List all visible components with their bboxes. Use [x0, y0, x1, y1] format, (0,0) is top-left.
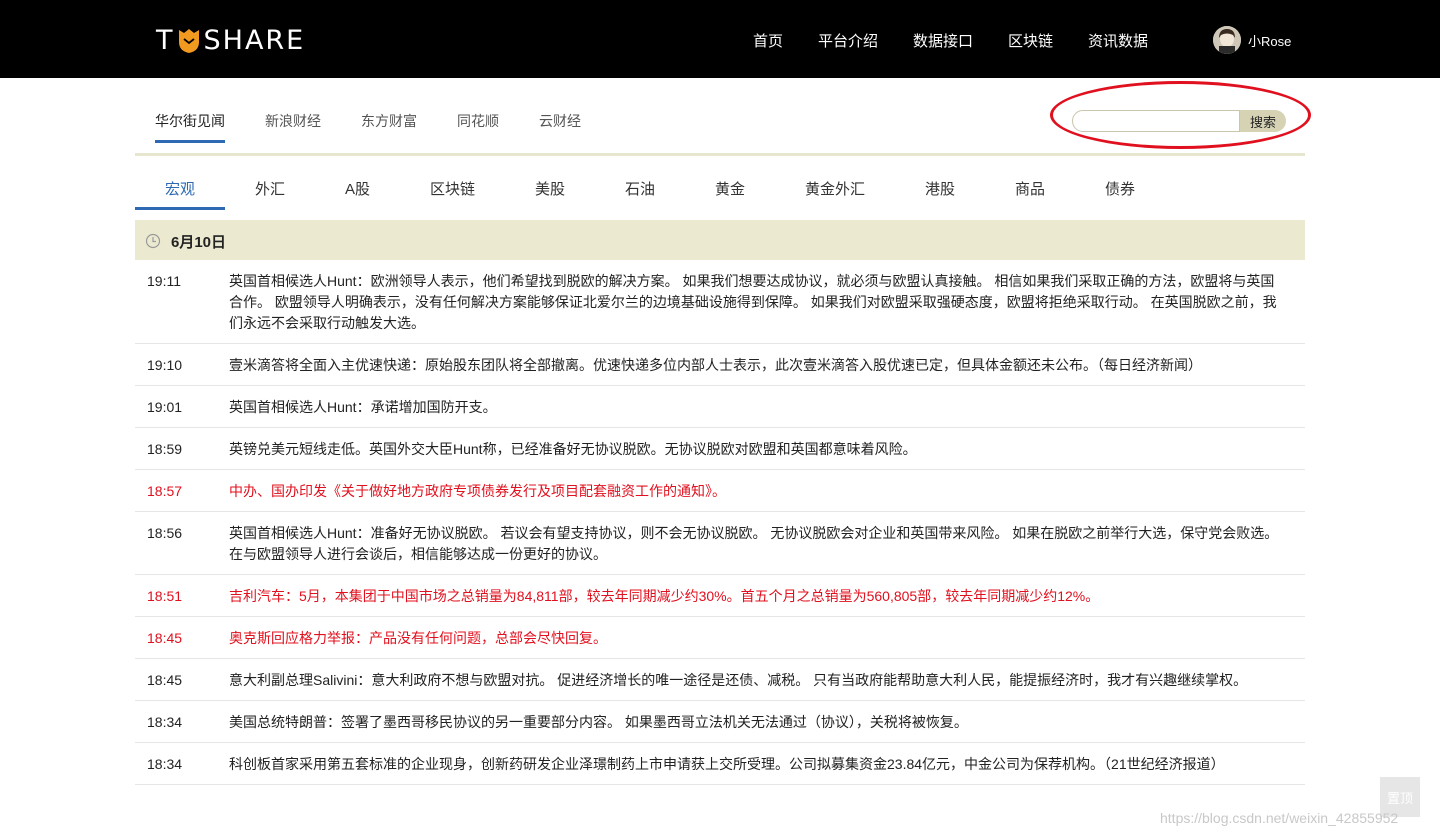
nav-item-news-data[interactable]: 资讯数据	[1088, 30, 1148, 51]
news-text: 奥克斯回应格力举报：产品没有任何问题，总部会尽快回复。	[229, 630, 607, 646]
news-time: 18:45	[147, 630, 183, 646]
news-row[interactable]: 19:11 英国首相候选人Hunt：欧洲领导人表示，他们希望找到脱欧的解决方案。…	[135, 260, 1305, 344]
search-input[interactable]	[1072, 110, 1240, 132]
tushare-logo[interactable]: T SHARE	[156, 24, 305, 56]
news-row[interactable]: 18:51 吉利汽车：5月，本集团于中国市场之总销量为84,811部，较去年同期…	[135, 575, 1305, 617]
news-text: 美国总统特朗普：签署了墨西哥移民协议的另一重要部分内容。 如果墨西哥立法机关无法…	[229, 714, 968, 730]
source-tab-10jqka[interactable]: 同花顺	[457, 111, 499, 131]
news-text: 英镑兑美元短线走低。英国外交大臣Hunt称，已经准备好无协议脱欧。无协议脱欧对欧…	[229, 441, 917, 457]
news-time: 19:01	[147, 399, 183, 415]
avatar[interactable]	[1213, 26, 1241, 54]
news-text: 意大利副总理Salivini：意大利政府不想与欧盟对抗。 促进经济增长的唯一途径…	[229, 672, 1248, 688]
logo-text-right: SHARE	[203, 24, 306, 56]
category-tab-active-indicator	[135, 207, 225, 210]
news-row[interactable]: 18:34 美国总统特朗普：签署了墨西哥移民协议的另一重要部分内容。 如果墨西哥…	[135, 701, 1305, 743]
news-time: 18:45	[147, 672, 183, 688]
source-tab-eastmoney[interactable]: 东方财富	[361, 111, 417, 131]
news-time: 18:57	[147, 483, 183, 499]
logo-shield-icon	[178, 29, 199, 53]
source-tab-wallstreetcn[interactable]: 华尔街见闻	[155, 111, 225, 131]
nav-item-platform-intro[interactable]: 平台介绍	[818, 30, 878, 51]
news-text: 英国首相候选人Hunt：承诺增加国防开支。	[229, 399, 497, 415]
cat-tab-us-stocks[interactable]: 美股	[535, 178, 565, 199]
news-row[interactable]: 18:45 奥克斯回应格力举报：产品没有任何问题，总部会尽快回复。	[135, 617, 1305, 659]
news-row[interactable]: 18:34 科创板首家采用第五套标准的企业现身，创新药研发企业泽璟制药上市申请获…	[135, 743, 1305, 785]
news-row[interactable]: 19:10 壹米滴答将全面入主优速快递：原始股东团队将全部撤离。优速快递多位内部…	[135, 344, 1305, 386]
news-text: 吉利汽车：5月，本集团于中国市场之总销量为84,811部，较去年同期减少约30%…	[229, 588, 1100, 604]
user-avatar-icon	[1213, 26, 1241, 54]
cat-tab-bonds[interactable]: 债券	[1105, 178, 1135, 199]
user-menu[interactable]: 小Rose	[1213, 26, 1291, 54]
news-time: 18:56	[147, 525, 183, 541]
cat-tab-macro[interactable]: 宏观	[165, 178, 195, 199]
top-navbar: T SHARE 首页 平台介绍 数据接口 区块链 资讯数据 小Rose	[0, 0, 1440, 78]
news-text: 科创板首家采用第五套标准的企业现身，创新药研发企业泽璟制药上市申请获上交所受理。…	[229, 756, 1225, 772]
news-text: 英国首相候选人Hunt：准备好无协议脱欧。 若议会有望支持协议，则不会无协议脱欧…	[229, 525, 1279, 562]
cat-tab-forex[interactable]: 外汇	[255, 178, 285, 199]
logo-text-left: T	[156, 24, 175, 56]
news-row[interactable]: 18:59 英镑兑美元短线走低。英国外交大臣Hunt称，已经准备好无协议脱欧。无…	[135, 428, 1305, 470]
nav-item-data-api[interactable]: 数据接口	[913, 30, 973, 51]
date-header: 6月10日	[135, 220, 1305, 260]
cat-tab-commodities[interactable]: 商品	[1015, 178, 1045, 199]
news-time: 19:10	[147, 357, 183, 373]
news-list: 19:11 英国首相候选人Hunt：欧洲领导人表示，他们希望找到脱欧的解决方案。…	[135, 260, 1305, 785]
section-divider	[135, 153, 1305, 156]
nav-item-home[interactable]: 首页	[753, 30, 783, 51]
news-time: 18:51	[147, 588, 183, 604]
cat-tab-oil[interactable]: 石油	[625, 178, 655, 199]
cat-tab-blockchain[interactable]: 区块链	[430, 178, 475, 199]
news-time: 18:59	[147, 441, 183, 457]
news-row[interactable]: 19:01 英国首相候选人Hunt：承诺增加国防开支。	[135, 386, 1305, 428]
cat-tab-hk-stocks[interactable]: 港股	[925, 178, 955, 199]
news-text: 壹米滴答将全面入主优速快递：原始股东团队将全部撤离。优速快递多位内部人士表示，此…	[229, 357, 1202, 373]
news-row[interactable]: 18:57 中办、国办印发《关于做好地方政府专项债券发行及项目配套融资工作的通知…	[135, 470, 1305, 512]
search-button[interactable]: 搜索	[1240, 110, 1286, 132]
cat-tab-a-shares[interactable]: A股	[345, 178, 370, 199]
cat-tab-gold[interactable]: 黄金	[715, 178, 745, 199]
nav-item-blockchain[interactable]: 区块链	[1008, 30, 1053, 51]
cat-tab-gold-forex[interactable]: 黄金外汇	[805, 178, 865, 199]
news-row[interactable]: 18:45 意大利副总理Salivini：意大利政府不想与欧盟对抗。 促进经济增…	[135, 659, 1305, 701]
watermark: https://blog.csdn.net/weixin_42855952	[1160, 810, 1399, 826]
source-tab-active-indicator	[155, 140, 225, 143]
source-tab-sina[interactable]: 新浪财经	[265, 111, 321, 131]
category-tabs: 宏观 外汇 A股 区块链 美股 石油 黄金 黄金外汇 港股 商品 债券	[135, 170, 1305, 210]
search-box: 搜索	[1072, 110, 1286, 132]
news-row[interactable]: 18:56 英国首相候选人Hunt：准备好无协议脱欧。 若议会有望支持协议，则不…	[135, 512, 1305, 575]
news-time: 18:34	[147, 714, 183, 730]
news-time: 18:34	[147, 756, 183, 772]
clock-icon	[145, 233, 161, 249]
news-text: 中办、国办印发《关于做好地方政府专项债券发行及项目配套融资工作的通知》。	[229, 483, 726, 499]
date-label: 6月10日	[171, 234, 227, 251]
news-time: 19:11	[147, 273, 181, 289]
username[interactable]: 小Rose	[1248, 31, 1291, 50]
news-text: 英国首相候选人Hunt：欧洲领导人表示，他们希望找到脱欧的解决方案。 如果我们想…	[229, 273, 1277, 331]
source-tab-yuncaijing[interactable]: 云财经	[539, 111, 581, 131]
